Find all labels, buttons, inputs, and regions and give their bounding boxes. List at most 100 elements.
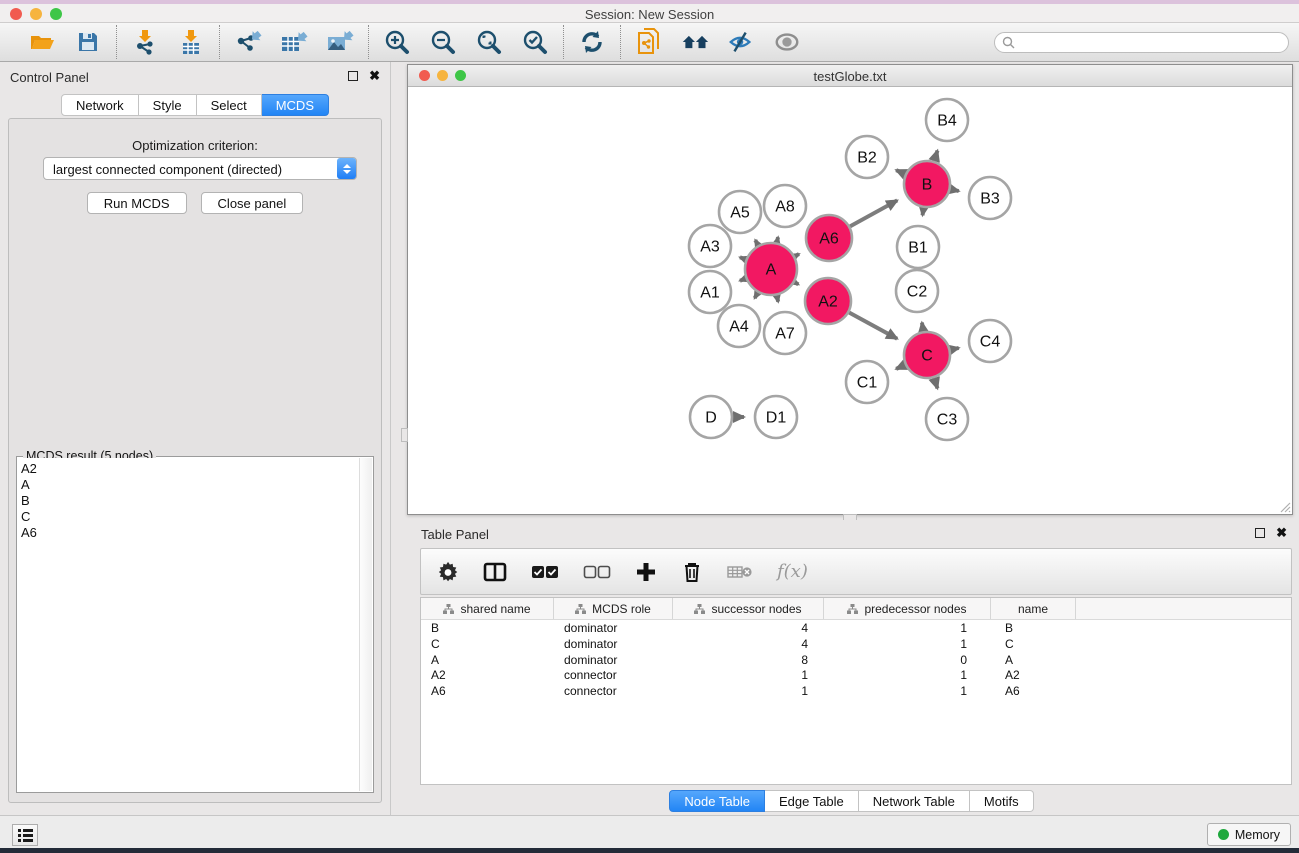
network-graph[interactable]: B4B2BB3A8A5A6B1A3AC2A1A2A4A7C4CC1C3DD1 — [408, 87, 1292, 514]
table-cell[interactable]: connector — [554, 683, 673, 699]
tab-select[interactable]: Select — [197, 94, 262, 116]
search-input[interactable] — [994, 32, 1289, 53]
table-cell[interactable]: 4 — [673, 636, 824, 652]
graph-edge-A-A3[interactable] — [740, 257, 746, 259]
zoom-selected-icon[interactable] — [521, 28, 549, 56]
column-header-predecessor-nodes[interactable]: predecessor nodes — [824, 598, 991, 619]
home-layout-icon[interactable] — [681, 28, 709, 56]
column-header-shared-name[interactable]: shared name — [421, 598, 554, 619]
close-table-panel-icon[interactable]: ✖ — [1276, 528, 1287, 538]
table-cell[interactable]: B — [421, 620, 554, 636]
import-table-icon[interactable] — [177, 28, 205, 56]
tab-network[interactable]: Network — [61, 94, 139, 116]
zoom-fit-icon[interactable] — [475, 28, 503, 56]
export-table-icon[interactable] — [280, 28, 308, 56]
optimization-criterion-dropdown[interactable]: largest connected component (directed) — [43, 157, 357, 180]
column-view-icon[interactable] — [483, 559, 507, 585]
graph-edge-A-A7[interactable] — [777, 295, 778, 301]
close-panel-icon[interactable]: ✖ — [369, 71, 380, 81]
save-session-icon[interactable] — [74, 28, 102, 56]
graph-edge-C-C1[interactable] — [896, 365, 905, 369]
tab-network-table[interactable]: Network Table — [859, 790, 970, 812]
zoom-in-icon[interactable] — [383, 28, 411, 56]
mcds-result-item[interactable]: A — [21, 477, 359, 493]
table-cell[interactable]: 0 — [824, 652, 991, 668]
table-cell[interactable]: A2 — [991, 667, 1076, 683]
graph-edge-B-B2[interactable] — [896, 170, 905, 174]
float-panel-icon[interactable] — [348, 71, 358, 81]
resize-grip-icon[interactable] — [1279, 501, 1291, 513]
table-cell[interactable]: C — [991, 636, 1076, 652]
refresh-layout-icon[interactable] — [578, 28, 606, 56]
table-cell[interactable]: 1 — [824, 683, 991, 699]
column-header-MCDS-role[interactable]: MCDS role — [554, 598, 673, 619]
show-eye-icon[interactable] — [773, 28, 801, 56]
splitter-grip-vertical[interactable] — [401, 428, 408, 442]
add-column-icon[interactable] — [635, 559, 657, 585]
table-cell[interactable]: 8 — [673, 652, 824, 668]
table-row[interactable]: A6connector11A6 — [421, 683, 1291, 699]
table-settings-icon[interactable] — [437, 559, 459, 585]
table-cell[interactable]: 1 — [824, 667, 991, 683]
task-history-button[interactable] — [12, 824, 38, 846]
graph-edge-C-C2[interactable] — [922, 323, 923, 332]
table-cell[interactable]: 4 — [673, 620, 824, 636]
mcds-result-item[interactable]: A2 — [21, 461, 359, 477]
tab-edge-table[interactable]: Edge Table — [765, 790, 859, 812]
graph-edge-A2-C[interactable] — [849, 312, 897, 338]
table-cell[interactable]: dominator — [554, 636, 673, 652]
select-all-checks-icon[interactable] — [531, 559, 559, 585]
table-cell[interactable]: dominator — [554, 652, 673, 668]
zoom-out-icon[interactable] — [429, 28, 457, 56]
copy-network-style-icon[interactable] — [635, 28, 663, 56]
graph-edge-C-C4[interactable] — [950, 348, 958, 350]
close-panel-button[interactable]: Close panel — [201, 192, 304, 214]
table-cell[interactable]: connector — [554, 667, 673, 683]
mcds-result-item[interactable]: B — [21, 493, 359, 509]
table-row[interactable]: Cdominator41C — [421, 636, 1291, 652]
float-table-panel-icon[interactable] — [1255, 528, 1265, 538]
table-cell[interactable]: A — [991, 652, 1076, 668]
graph-edge-A-A1[interactable] — [740, 279, 746, 281]
graph-edge-A-A8[interactable] — [777, 237, 778, 242]
graph-edge-B-B4[interactable] — [934, 151, 937, 162]
graph-edge-A-A2[interactable] — [795, 282, 799, 284]
mcds-result-item[interactable]: C — [21, 509, 359, 525]
table-row[interactable]: A2connector11A2 — [421, 667, 1291, 683]
open-file-icon[interactable] — [28, 28, 56, 56]
graph-edge-A-A4[interactable] — [755, 293, 758, 299]
import-network-icon[interactable] — [131, 28, 159, 56]
graph-edge-C-C3[interactable] — [934, 378, 937, 389]
column-header-name[interactable]: name — [991, 598, 1076, 619]
table-row[interactable]: Bdominator41B — [421, 620, 1291, 636]
table-cell[interactable]: C — [421, 636, 554, 652]
table-cell[interactable]: A — [421, 652, 554, 668]
graph-edge-A6-B[interactable] — [850, 200, 897, 226]
table-cell[interactable]: 1 — [824, 620, 991, 636]
table-cell[interactable]: dominator — [554, 620, 673, 636]
hide-selected-icon[interactable] — [727, 28, 755, 56]
tab-style[interactable]: Style — [139, 94, 197, 116]
deselect-all-checks-icon[interactable] — [583, 559, 611, 585]
table-cell[interactable]: A6 — [421, 683, 554, 699]
delete-column-icon[interactable] — [681, 559, 703, 585]
table-cell[interactable]: B — [991, 620, 1076, 636]
network-canvas[interactable]: B4B2BB3A8A5A6B1A3AC2A1A2A4A7C4CC1C3DD1 — [408, 87, 1292, 514]
memory-button[interactable]: Memory — [1207, 823, 1291, 846]
table-cell[interactable]: 1 — [824, 636, 991, 652]
graph-edge-B-B1[interactable] — [923, 208, 924, 216]
mcds-result-item[interactable]: A6 — [21, 525, 359, 541]
column-header-successor-nodes[interactable]: successor nodes — [673, 598, 824, 619]
table-row[interactable]: Adominator80A — [421, 652, 1291, 668]
mcds-scrollbar[interactable] — [359, 458, 372, 791]
export-image-icon[interactable] — [326, 28, 354, 56]
network-window-titlebar[interactable]: testGlobe.txt — [408, 65, 1292, 87]
export-network-icon[interactable] — [234, 28, 262, 56]
table-cell[interactable]: A2 — [421, 667, 554, 683]
tab-node-table[interactable]: Node Table — [669, 790, 765, 812]
run-mcds-button[interactable]: Run MCDS — [87, 192, 187, 214]
table-cell[interactable]: 1 — [673, 667, 824, 683]
table-cell[interactable]: A6 — [991, 683, 1076, 699]
table-cell[interactable]: 1 — [673, 683, 824, 699]
graph-edge-B-B3[interactable] — [950, 189, 958, 191]
